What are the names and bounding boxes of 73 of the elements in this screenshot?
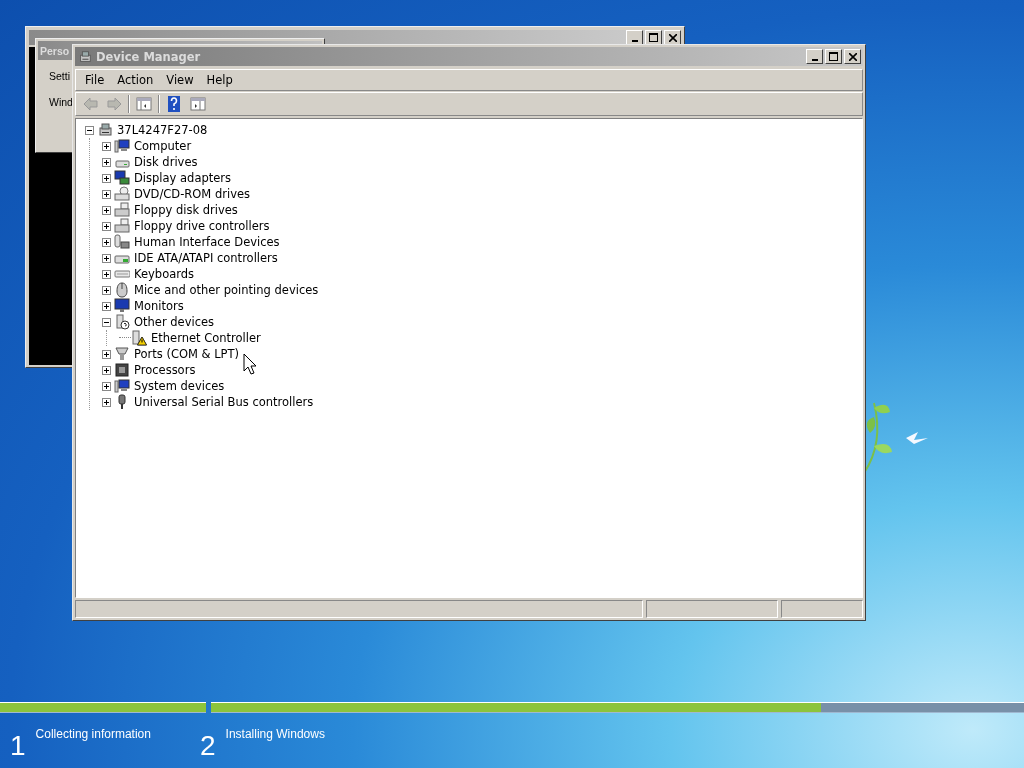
tree-item[interactable]: IDE ATA/ATAPI controllers [133, 251, 279, 265]
option-label: Wind [49, 96, 73, 108]
collapse-icon[interactable] [85, 125, 94, 135]
window-title: Perso [40, 44, 70, 57]
expand-icon[interactable] [102, 189, 111, 199]
tree-item[interactable]: Processors [133, 363, 197, 377]
device-icon [114, 234, 130, 250]
step-number: 1 [10, 732, 26, 760]
minimize-icon [811, 58, 818, 61]
close-icon [668, 33, 677, 42]
device-icon [114, 138, 130, 154]
close-icon [848, 52, 857, 61]
device-icon [114, 362, 130, 378]
expand-icon[interactable] [102, 253, 111, 263]
option-label: Setti [49, 70, 70, 82]
device-icon [114, 186, 130, 202]
device-icon [114, 298, 130, 314]
tree-item[interactable]: Keyboards [133, 267, 196, 281]
menu-item[interactable]: Help [201, 71, 241, 89]
device-icon [114, 378, 130, 394]
menu-item[interactable]: File [80, 71, 113, 89]
maximize-icon [829, 52, 838, 61]
expand-icon[interactable] [102, 285, 111, 295]
tree-item[interactable]: Ports (COM & LPT) [133, 347, 241, 361]
tree-item[interactable]: Floppy drive controllers [133, 219, 271, 233]
window-title: Device Manager [96, 49, 202, 64]
minimize-button[interactable] [806, 49, 823, 64]
computer-icon [78, 49, 92, 64]
device-icon [97, 122, 113, 138]
expand-icon[interactable] [102, 173, 111, 183]
step-label: Installing Windows [225, 727, 325, 741]
maximize-icon [649, 33, 658, 42]
device-icon [114, 314, 130, 330]
tree-item[interactable]: Computer [133, 139, 193, 153]
device-icon [114, 218, 130, 234]
device-icon [114, 202, 130, 218]
device-icon [114, 282, 130, 298]
tree-item[interactable]: Human Interface Devices [133, 235, 281, 249]
tree-item[interactable]: Disk drives [133, 155, 199, 169]
expand-icon[interactable] [102, 221, 111, 231]
panel-icon[interactable] [188, 95, 208, 113]
tree-item[interactable]: Mice and other pointing devices [133, 283, 320, 297]
expand-icon[interactable] [102, 141, 111, 151]
tree-item[interactable]: System devices [133, 379, 226, 393]
menu-item[interactable]: View [161, 71, 202, 89]
device-icon [114, 170, 130, 186]
expand-icon[interactable] [102, 269, 111, 279]
step-number: 2 [200, 732, 216, 760]
close-button[interactable] [844, 49, 861, 64]
tree-item[interactable]: DVD/CD-ROM drives [133, 187, 251, 201]
expand-icon[interactable] [102, 205, 111, 215]
expand-icon[interactable] [102, 397, 111, 407]
tree-item[interactable]: Display adapters [133, 171, 233, 185]
minimize-icon [631, 39, 638, 42]
expand-icon[interactable] [102, 381, 111, 391]
tree-item[interactable]: Monitors [133, 299, 185, 313]
maximize-button[interactable] [825, 49, 842, 64]
menu-item[interactable]: Action [112, 71, 162, 89]
expand-icon[interactable] [102, 301, 111, 311]
expand-icon[interactable] [102, 365, 111, 375]
tree-item[interactable]: Universal Serial Bus controllers [133, 395, 315, 409]
step-label: Collecting information [35, 727, 151, 741]
pane-icon[interactable] [134, 95, 154, 113]
device-icon [114, 346, 130, 362]
tree-item[interactable]: Floppy disk drives [133, 203, 239, 217]
tree-item[interactable]: Other devices [133, 315, 216, 329]
tree-item[interactable]: 37L4247F27-08 [116, 123, 209, 137]
tree-item[interactable]: Ethernet Controller [150, 331, 262, 345]
mouse-cursor-icon [243, 353, 257, 375]
collapse-icon[interactable] [102, 317, 111, 327]
expand-icon[interactable] [102, 157, 111, 167]
expand-icon[interactable] [102, 237, 111, 247]
expand-icon[interactable] [102, 349, 111, 359]
